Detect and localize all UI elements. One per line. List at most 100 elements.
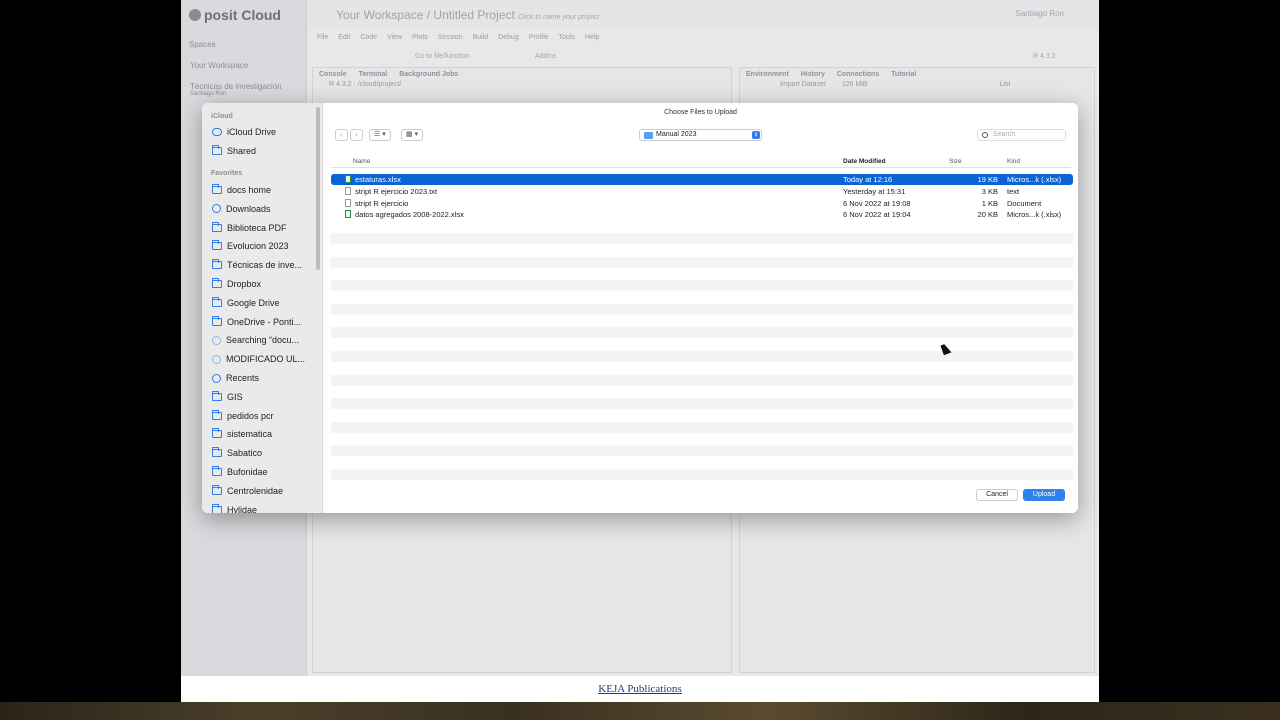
env-toolbar: Import Dataset 126 MiB List xyxy=(740,81,1094,88)
sidebar-item-your-workspace[interactable]: Your Workspace xyxy=(190,61,248,70)
favorites-section-label: Favorites xyxy=(211,170,243,177)
column-kind[interactable]: Kind xyxy=(1007,158,1020,165)
sidebar-item-favorite[interactable]: OneDrive - Ponti... xyxy=(212,314,312,330)
menu-code[interactable]: Code xyxy=(360,34,377,41)
environment-tabs: Environment History Connections Tutorial xyxy=(740,68,1094,81)
file-date: 6 Nov 2022 at 19:08 xyxy=(843,199,911,208)
footer-link[interactable]: KEJA Publications xyxy=(181,676,1099,702)
sidebar-scrollbar[interactable] xyxy=(316,107,320,270)
cloud-icon xyxy=(212,128,222,136)
sidebar-item-favorite[interactable]: docs home xyxy=(212,182,312,198)
folder-icon xyxy=(212,259,222,270)
rstudio-toolbar: Go to file/function Addins R 4.3.2 xyxy=(307,50,1099,64)
sidebar-item-favorite[interactable]: Google Drive xyxy=(212,295,312,311)
goto-file-input[interactable]: Go to file/function xyxy=(415,53,469,60)
file-name: datos agregados 2008-2022.xlsx xyxy=(345,210,464,219)
sidebar-item-favorite[interactable]: Searching “docu... xyxy=(212,332,312,348)
menu-file[interactable]: File xyxy=(317,34,328,41)
sidebar-item-favorite[interactable]: Técnicas de inve... xyxy=(212,257,312,273)
file-size: 1 KB xyxy=(982,199,998,208)
back-button[interactable]: ‹ xyxy=(335,129,348,141)
breadcrumb-workspace[interactable]: Your Workspace / xyxy=(336,8,430,22)
column-size[interactable]: Size xyxy=(949,158,962,165)
menu-profile[interactable]: Profile xyxy=(529,34,549,41)
file-date: Yesterday at 15:31 xyxy=(843,187,905,196)
menu-session[interactable]: Session xyxy=(438,34,463,41)
list-view-menu[interactable]: List xyxy=(1000,81,1011,88)
file-row[interactable]: datos agregados 2008-2022.xlsx 6 Nov 2022… xyxy=(331,209,1073,220)
column-name[interactable]: Name xyxy=(353,158,370,165)
menu-help[interactable]: Help xyxy=(585,34,599,41)
sidebar-item-favorite[interactable]: Sabatico xyxy=(212,445,312,461)
sidebar-item-shared[interactable]: Shared xyxy=(212,143,312,159)
folder-icon xyxy=(212,409,222,420)
file-size-text: 20 KB xyxy=(977,210,998,220)
column-date-modified[interactable]: Date Modified xyxy=(843,158,886,165)
tab-console[interactable]: Console xyxy=(319,71,347,78)
tab-connections[interactable]: Connections xyxy=(837,71,879,78)
forward-button[interactable]: › xyxy=(350,129,363,141)
top-bar: Your Workspace / Untitled Project Click … xyxy=(307,0,1099,30)
sidebar-item-icloud-drive[interactable]: iCloud Drive xyxy=(212,124,312,140)
file-date: Today at 12:16 xyxy=(843,175,892,184)
file-kind: text xyxy=(1007,187,1019,196)
file-list-header: Name Date Modified Size Kind xyxy=(331,156,1071,168)
file-date-text: 6 Nov 2022 at 19:04 xyxy=(843,210,911,220)
list-view-button[interactable]: ☰ ▾ xyxy=(369,129,391,141)
search-input[interactable]: Search xyxy=(977,129,1066,141)
menu-plots[interactable]: Plots xyxy=(412,34,428,41)
file-kind-text: Document xyxy=(1007,198,1042,208)
menu-edit[interactable]: Edit xyxy=(338,34,350,41)
user-name[interactable]: Santiago Ron xyxy=(1016,9,1064,18)
empty-row xyxy=(331,398,1073,410)
menu-debug[interactable]: Debug xyxy=(498,34,519,41)
sidebar-item-favorite[interactable]: Biblioteca PDF xyxy=(212,220,312,236)
project-name[interactable]: Untitled Project xyxy=(433,8,514,22)
tab-tutorial[interactable]: Tutorial xyxy=(891,71,916,78)
breadcrumb: Your Workspace / Untitled Project Click … xyxy=(336,8,599,22)
folder-icon xyxy=(212,221,222,232)
folder-icon xyxy=(212,184,222,194)
sidebar-item-favorite[interactable]: sistematica xyxy=(212,426,312,442)
sidebar-item-favorite[interactable]: Bufonidae xyxy=(212,464,312,480)
sidebar-item-favorite[interactable]: Centrolenidae xyxy=(212,483,312,499)
posit-logo[interactable]: posit Cloud xyxy=(189,7,281,23)
cancel-button[interactable]: Cancel xyxy=(976,489,1018,501)
tab-background-jobs[interactable]: Background Jobs xyxy=(399,71,458,78)
dialog-title: Choose Files to Upload xyxy=(664,109,737,116)
sidebar-item-favorite[interactable]: MODIFICADO UL... xyxy=(212,351,312,367)
folder-icon xyxy=(644,132,653,139)
grid-view-button[interactable]: ▦ ▾ xyxy=(401,129,424,141)
sidebar-item-favorite[interactable]: Hylidae xyxy=(212,502,312,513)
browser-frame: posit Cloud Spaces Your Workspace Técnic… xyxy=(181,0,1099,702)
file-name-text: datos agregados 2008-2022.xlsx xyxy=(355,210,464,220)
menu-build[interactable]: Build xyxy=(473,34,489,41)
sidebar-item-favorite[interactable]: pedidos pcr xyxy=(212,408,312,424)
location-popup[interactable]: Manual 2023 ⇕ xyxy=(639,129,762,141)
tab-environment[interactable]: Environment xyxy=(746,71,789,78)
space-owner: Santiago Ron xyxy=(190,91,227,97)
tab-history[interactable]: History xyxy=(801,71,825,78)
menu-view[interactable]: View xyxy=(387,34,402,41)
file-row[interactable]: estaturas.xlsx Today at 12:16 19 KB Micros.… xyxy=(331,174,1073,185)
addins-menu[interactable]: Addins xyxy=(535,53,556,60)
file-row[interactable]: stript R ejercicio 6 Nov 2022 at 19:08 1 K… xyxy=(331,198,1073,209)
sidebar-item-space[interactable]: Técnicas de investigación xyxy=(190,82,282,91)
sidebar-item-favorite[interactable]: Downloads xyxy=(212,201,312,217)
tab-terminal[interactable]: Terminal xyxy=(359,71,388,78)
r-version-menu[interactable]: R 4.3.2 xyxy=(1033,53,1056,60)
folder-icon xyxy=(212,296,222,307)
import-dataset-button[interactable]: Import Dataset xyxy=(780,81,826,88)
file-row[interactable]: stript R ejercicio 2023.txt Yesterday at … xyxy=(331,186,1073,197)
sidebar-item-favorite[interactable]: Dropbox xyxy=(212,276,312,292)
sidebar-item-favorite[interactable]: GIS xyxy=(212,389,312,405)
empty-row xyxy=(331,374,1073,386)
file-name: stript R ejercicio xyxy=(345,198,408,208)
menu-tools[interactable]: Tools xyxy=(559,34,575,41)
sidebar-item-favorite[interactable]: Evolucion 2023 xyxy=(212,238,312,254)
upload-button[interactable]: Upload xyxy=(1023,489,1065,501)
sidebar-item-favorite[interactable]: Recents xyxy=(212,370,312,386)
posit-cloud-app: posit Cloud Spaces Your Workspace Técnic… xyxy=(181,0,1099,676)
file-size: 3 KB xyxy=(982,187,998,196)
folder-icon xyxy=(212,315,222,326)
